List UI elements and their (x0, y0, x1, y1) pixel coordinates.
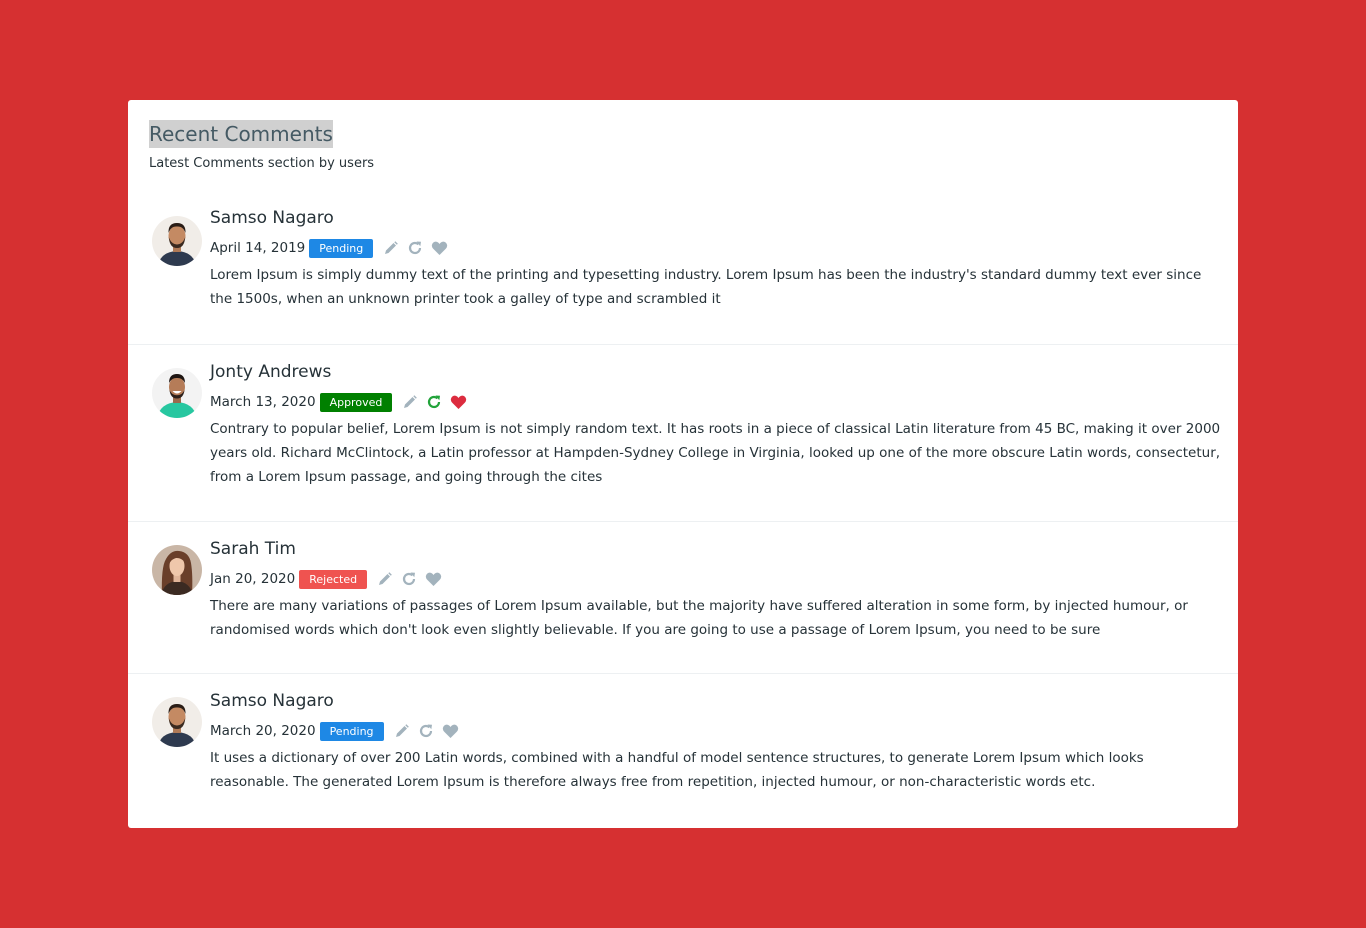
card-subtitle: Latest Comments section by users (149, 156, 375, 171)
status-badge: Pending (319, 721, 384, 741)
status-badge: Pending (309, 238, 374, 258)
user-avatar-icon (152, 697, 202, 747)
comment-actions (394, 723, 467, 739)
comment-date: March 20, 2020 (210, 723, 316, 739)
refresh-button[interactable] (401, 571, 417, 587)
comment-actions (377, 571, 450, 587)
refresh-icon (419, 724, 432, 738)
pencil-icon (385, 241, 399, 254)
refresh-button[interactable] (426, 394, 442, 410)
heart-icon (451, 395, 467, 409)
refresh-button[interactable] (407, 240, 423, 256)
comment-item: Samso Nagaro April 14, 2019 Pending Lore… (128, 196, 1238, 345)
comment-date: March 13, 2020 (210, 394, 316, 410)
comment-item: Samso Nagaro March 20, 2020 Pending It u… (128, 674, 1238, 827)
like-button[interactable] (442, 723, 459, 739)
comment-item: Sarah Tim Jan 20, 2020 Rejected There ar… (128, 522, 1238, 674)
comment-body: Samso Nagaro April 14, 2019 Pending Lore… (210, 207, 1222, 311)
edit-button[interactable] (394, 723, 410, 739)
card-title: Recent Comments (149, 120, 333, 148)
avatar (152, 697, 202, 747)
heart-icon (425, 572, 442, 586)
comment-text: It uses a dictionary of over 200 Latin w… (210, 750, 1144, 790)
status-badge: Approved (319, 392, 393, 412)
avatar (152, 545, 202, 595)
comment-meta: April 14, 2019 Pending (210, 238, 1222, 258)
edit-button[interactable] (377, 571, 393, 587)
comment-body: Samso Nagaro March 20, 2020 Pending It u… (210, 690, 1222, 794)
commenter-name: Sarah Tim (210, 539, 296, 559)
comment-date: Jan 20, 2020 (210, 571, 296, 587)
comment-text: There are many variations of passages of… (210, 598, 1188, 638)
pencil-icon (395, 724, 409, 737)
recent-comments-card: Recent Comments Latest Comments section … (128, 100, 1238, 828)
comment-meta: March 20, 2020 Pending (210, 721, 1222, 741)
commenter-name: Samso Nagaro (210, 691, 334, 711)
comment-body: Sarah Tim Jan 20, 2020 Rejected There ar… (210, 538, 1222, 642)
comment-date: April 14, 2019 (210, 240, 306, 256)
avatar (152, 216, 202, 266)
comment-item: Jonty Andrews March 13, 2020 Approved Co… (128, 345, 1238, 522)
comment-body: Jonty Andrews March 13, 2020 Approved Co… (210, 361, 1222, 489)
refresh-button[interactable] (418, 723, 434, 739)
refresh-icon (428, 395, 441, 409)
comment-actions (402, 394, 475, 410)
like-button[interactable] (425, 571, 442, 587)
status-badge: Rejected (299, 569, 368, 589)
avatar (152, 368, 202, 418)
heart-icon (442, 724, 458, 738)
comment-actions (383, 240, 456, 256)
user-avatar-icon (152, 216, 202, 266)
edit-button[interactable] (402, 394, 418, 410)
comment-text: Lorem Ipsum is simply dummy text of the … (210, 267, 1202, 307)
edit-button[interactable] (383, 240, 399, 256)
refresh-icon (403, 572, 416, 586)
user-avatar-icon (152, 368, 202, 418)
commenter-name: Samso Nagaro (210, 208, 334, 228)
like-button[interactable] (431, 240, 448, 256)
comment-meta: Jan 20, 2020 Rejected (210, 569, 1222, 589)
refresh-icon (409, 241, 422, 255)
pencil-icon (379, 572, 392, 585)
comment-text: Contrary to popular belief, Lorem Ipsum … (210, 421, 1221, 485)
card-header: Recent Comments Latest Comments section … (128, 100, 1238, 196)
heart-icon (432, 241, 448, 255)
user-avatar-icon (152, 545, 202, 595)
comment-meta: March 13, 2020 Approved (210, 392, 1222, 412)
pencil-icon (404, 395, 418, 408)
commenter-name: Jonty Andrews (210, 362, 332, 382)
like-button[interactable] (450, 394, 467, 410)
